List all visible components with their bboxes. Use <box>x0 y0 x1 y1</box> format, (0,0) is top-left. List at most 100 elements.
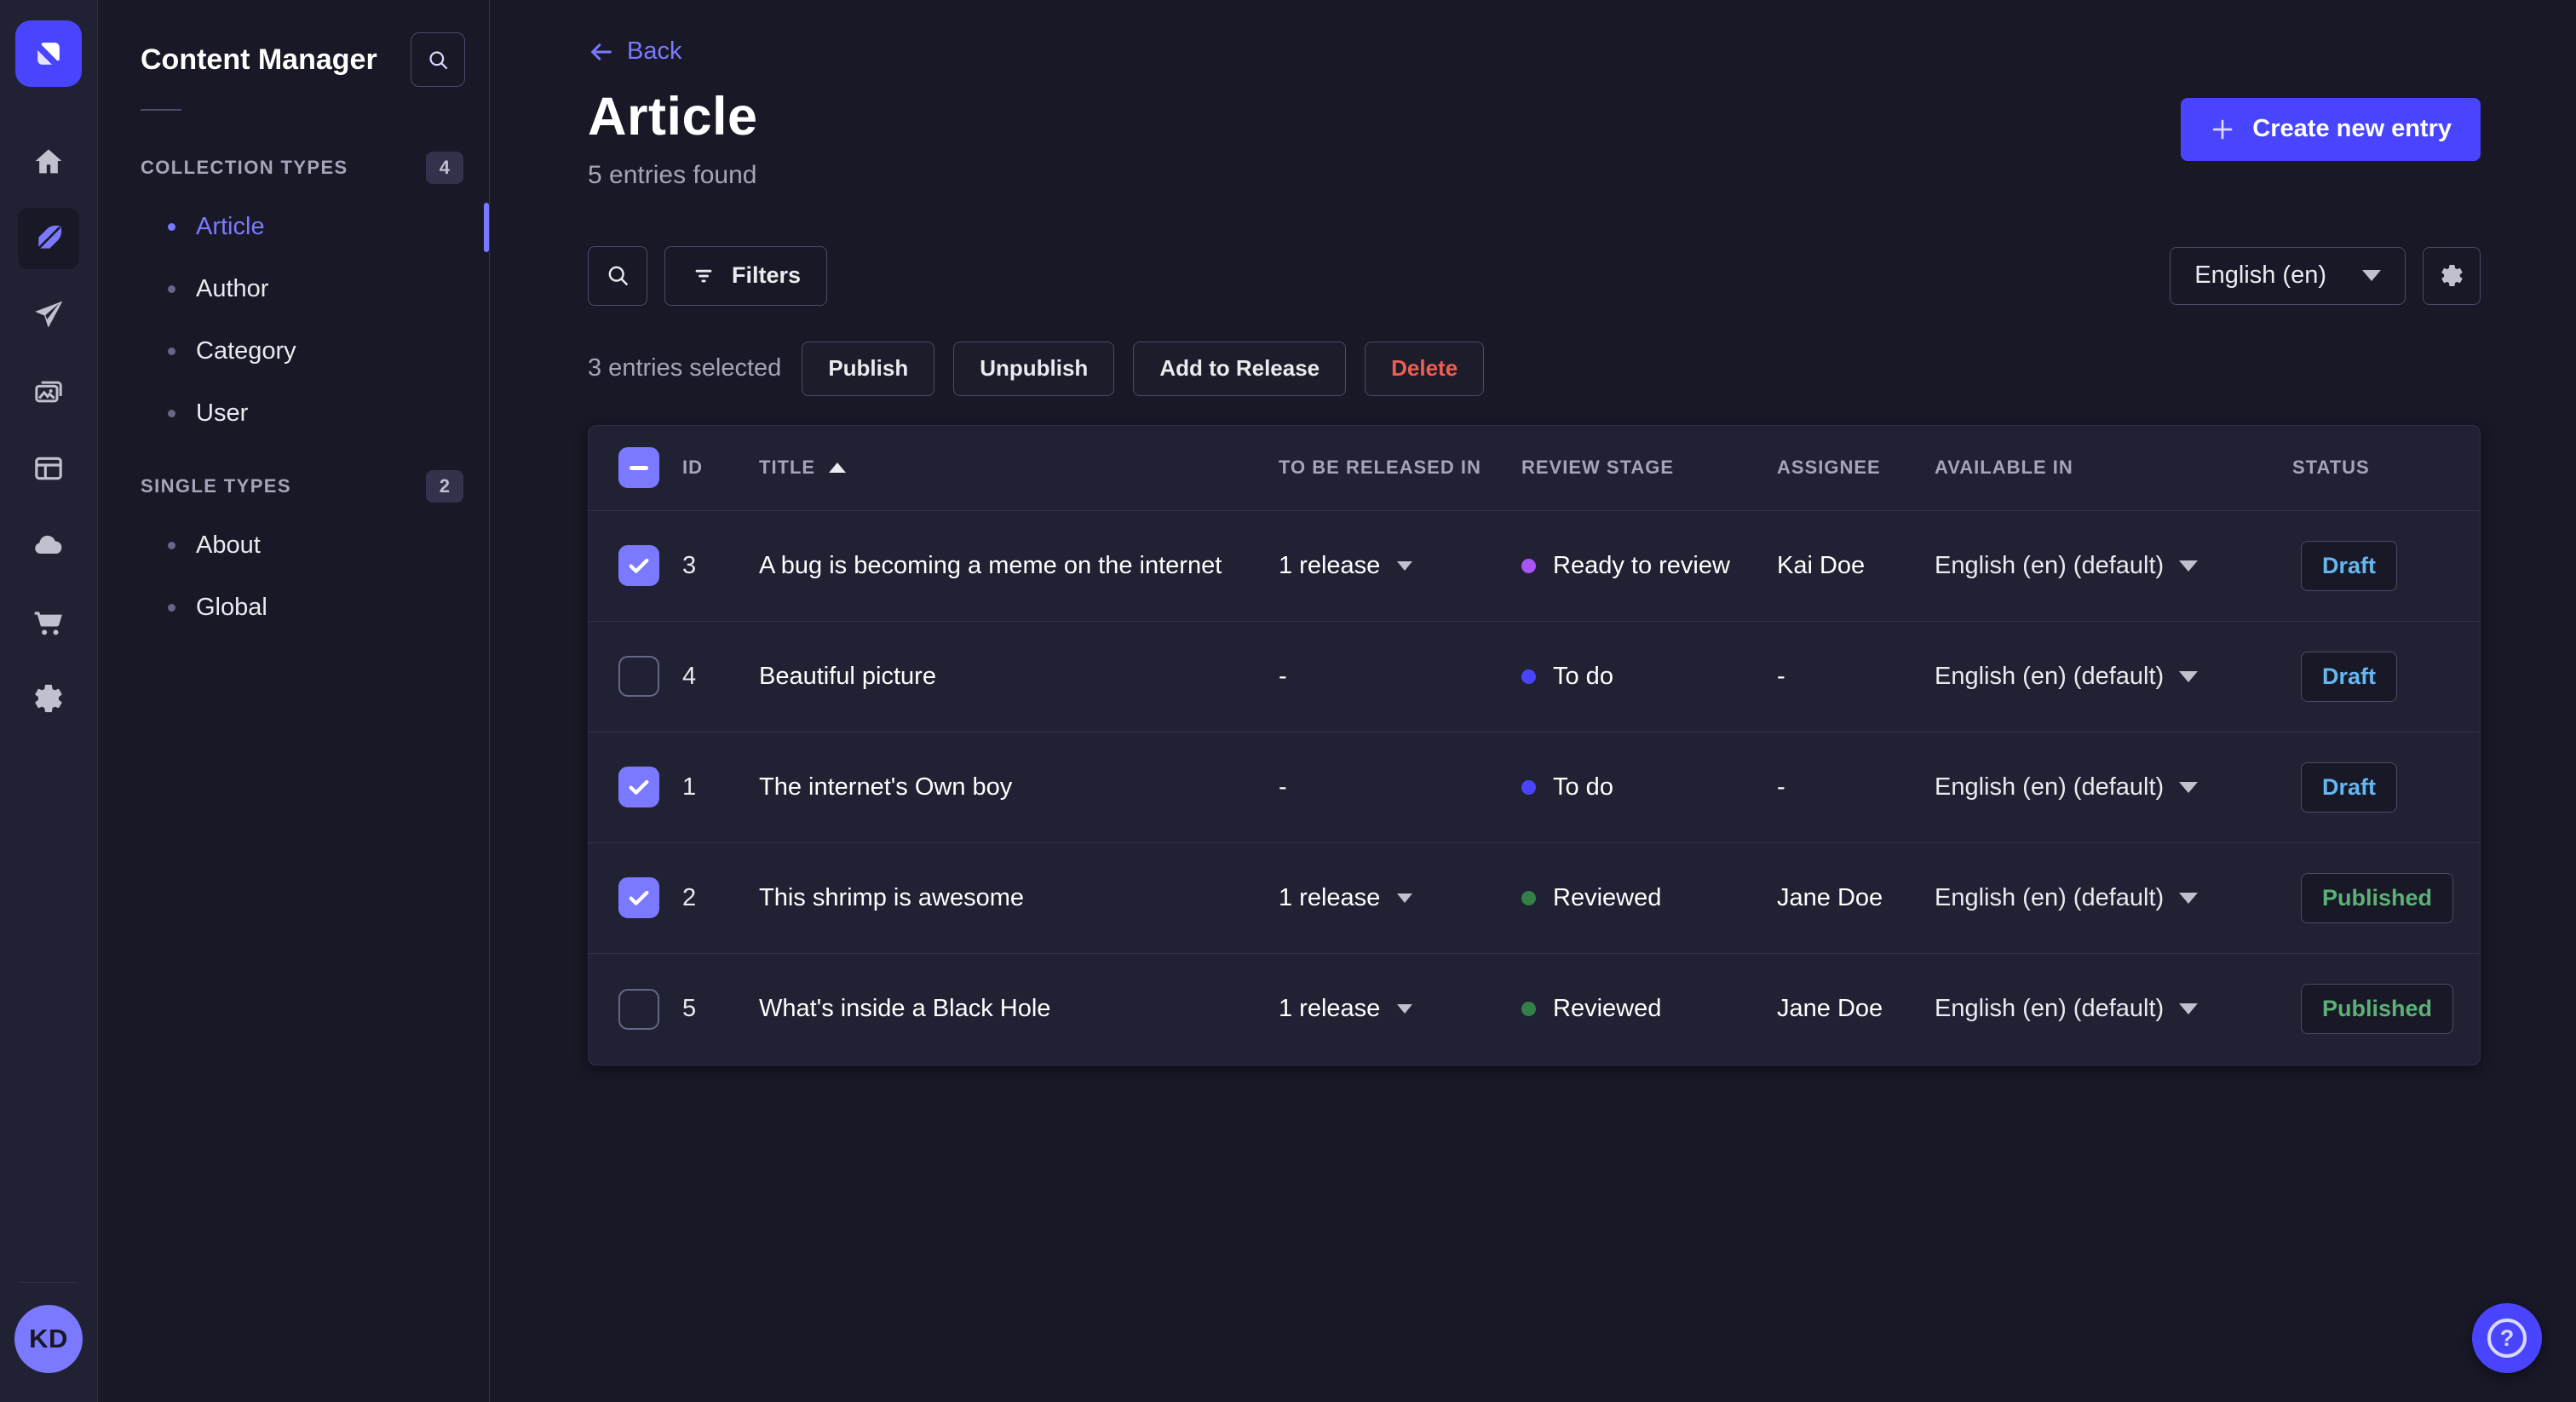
sidebar-item-global[interactable]: Global <box>98 577 489 639</box>
sidebar-section: SINGLE TYPES 2 About Global <box>98 445 489 639</box>
cell-id: 1 <box>682 773 697 801</box>
cell-review-stage: To do <box>1521 773 1777 802</box>
row-checkbox[interactable] <box>618 877 659 918</box>
sidebar-search-button[interactable] <box>411 32 465 87</box>
cell-to-be-released-in[interactable]: - <box>1279 773 1521 802</box>
cell-to-be-released-in[interactable]: - <box>1279 663 1521 691</box>
stage-label: Reviewed <box>1553 995 1662 1022</box>
cell-to-be-released-in[interactable]: 1 release <box>1279 995 1521 1023</box>
table-row[interactable]: 4 Beautiful picture - To do - English (e… <box>589 622 2480 733</box>
stage-label: To do <box>1553 662 1613 690</box>
release-count: 1 release <box>1279 551 1381 579</box>
delete-button[interactable]: Delete <box>1365 341 1485 396</box>
cell-available-in[interactable]: English (en) (default) <box>1935 663 2292 691</box>
chevron-down-icon <box>2179 892 2199 904</box>
bullet-icon <box>168 285 175 293</box>
bullet-icon <box>168 410 175 417</box>
chevron-down-icon <box>2362 270 2381 281</box>
locale-select[interactable]: English (en) <box>2170 246 2406 305</box>
available-locale: English (en) (default) <box>1935 773 2165 801</box>
column-header-available-in[interactable]: AVAILABLE IN <box>1935 457 2292 479</box>
avatar[interactable]: KD <box>14 1305 83 1373</box>
status-badge: Draft <box>2301 651 2398 702</box>
back-label: Back <box>627 37 682 65</box>
sidebar-sections: COLLECTION TYPES 4 Article Author Catego… <box>98 126 489 639</box>
column-header-released[interactable]: TO BE RELEASED IN <box>1279 457 1521 479</box>
cell-available-in[interactable]: English (en) (default) <box>1935 552 2292 580</box>
arrow-left-icon <box>591 43 612 60</box>
sidebar-item-label: User <box>196 399 249 427</box>
column-header-status[interactable]: STATUS <box>2292 457 2480 479</box>
table-row[interactable]: 1 The internet's Own boy - To do - Engli… <box>589 733 2480 843</box>
section-label: COLLECTION TYPES <box>141 157 348 178</box>
filters-label: Filters <box>732 262 802 288</box>
table-body: 3 A bug is becoming a meme on the intern… <box>589 511 2480 1065</box>
sidebar-section: COLLECTION TYPES 4 Article Author Catego… <box>98 126 489 445</box>
view-settings-button[interactable] <box>2423 246 2481 305</box>
filters-button[interactable]: Filters <box>664 245 828 306</box>
cell-to-be-released-in[interactable]: 1 release <box>1279 884 1521 912</box>
create-new-entry-label: Create new entry <box>2252 115 2452 142</box>
table-row[interactable]: 3 A bug is becoming a meme on the intern… <box>589 511 2480 622</box>
home-icon[interactable] <box>18 131 79 192</box>
release-count: 1 release <box>1279 995 1381 1022</box>
cell-available-in[interactable]: English (en) (default) <box>1935 773 2292 802</box>
cell-title: This shrimp is awesome <box>759 883 1025 911</box>
unpublish-button[interactable]: Unpublish <box>953 341 1115 396</box>
column-header-title[interactable]: TITLE <box>759 457 1279 479</box>
stage-dot-icon <box>1521 1002 1536 1016</box>
locale-value: English (en) <box>2194 261 2326 289</box>
marketplace-cart-icon[interactable] <box>18 591 79 652</box>
row-checkbox[interactable] <box>618 545 659 586</box>
sidebar-item-user[interactable]: User <box>98 382 489 445</box>
column-header-id[interactable]: ID <box>682 457 759 479</box>
cell-available-in[interactable]: English (en) (default) <box>1935 884 2292 912</box>
sidebar-item-about[interactable]: About <box>98 514 489 577</box>
strapi-logo[interactable] <box>15 20 82 87</box>
stage-dot-icon <box>1521 890 1536 905</box>
status-badge: Published <box>2301 984 2454 1034</box>
check-icon <box>629 558 649 573</box>
column-header-assignee[interactable]: ASSIGNEE <box>1777 457 1935 479</box>
table-search-button[interactable] <box>588 245 647 306</box>
table-row[interactable]: 5 What's inside a Black Hole 1 release R… <box>589 954 2480 1065</box>
cell-available-in[interactable]: English (en) (default) <box>1935 995 2292 1023</box>
media-library-icon[interactable] <box>18 361 79 422</box>
row-checkbox[interactable] <box>618 988 659 1030</box>
settings-icon[interactable] <box>18 668 79 729</box>
strapi-logo-icon <box>37 43 60 65</box>
row-checkbox[interactable] <box>618 656 659 697</box>
content-manager-icon[interactable] <box>18 208 79 269</box>
table-row[interactable]: 2 This shrimp is awesome 1 release Revie… <box>589 843 2480 954</box>
section-label: SINGLE TYPES <box>141 475 291 497</box>
row-checkbox[interactable] <box>618 767 659 807</box>
column-header-title-label: TITLE <box>759 457 816 478</box>
cell-assignee: - <box>1777 773 1785 801</box>
back-link[interactable]: Back <box>588 37 681 66</box>
rail-nav <box>18 131 79 729</box>
deploy-cloud-icon[interactable] <box>18 514 79 576</box>
help-button[interactable]: ? <box>2472 1303 2542 1373</box>
release-count: - <box>1279 773 1287 801</box>
add-to-release-button[interactable]: Add to Release <box>1133 341 1347 396</box>
cell-review-stage: Reviewed <box>1521 995 1777 1023</box>
cell-to-be-released-in[interactable]: 1 release <box>1279 552 1521 580</box>
content-type-builder-icon[interactable] <box>18 438 79 499</box>
bullet-icon <box>168 542 175 549</box>
create-new-entry-button[interactable]: Create new entry <box>2181 97 2481 161</box>
releases-icon[interactable] <box>18 284 79 346</box>
sidebar-item-author[interactable]: Author <box>98 258 489 320</box>
bullet-icon <box>168 223 175 231</box>
sidebar-item-category[interactable]: Category <box>98 320 489 382</box>
cell-review-stage: Ready to review <box>1521 552 1777 580</box>
bullet-icon <box>168 604 175 612</box>
sidebar-title-divider <box>141 109 181 111</box>
check-icon <box>629 890 649 905</box>
status-badge: Published <box>2301 872 2454 923</box>
sidebar-item-article[interactable]: Article <box>98 196 489 258</box>
select-all-checkbox[interactable] <box>618 447 659 488</box>
column-header-review-stage[interactable]: REVIEW STAGE <box>1521 457 1777 479</box>
cell-id: 5 <box>682 995 697 1022</box>
publish-button[interactable]: Publish <box>802 341 935 396</box>
question-mark-icon: ? <box>2487 1319 2527 1358</box>
